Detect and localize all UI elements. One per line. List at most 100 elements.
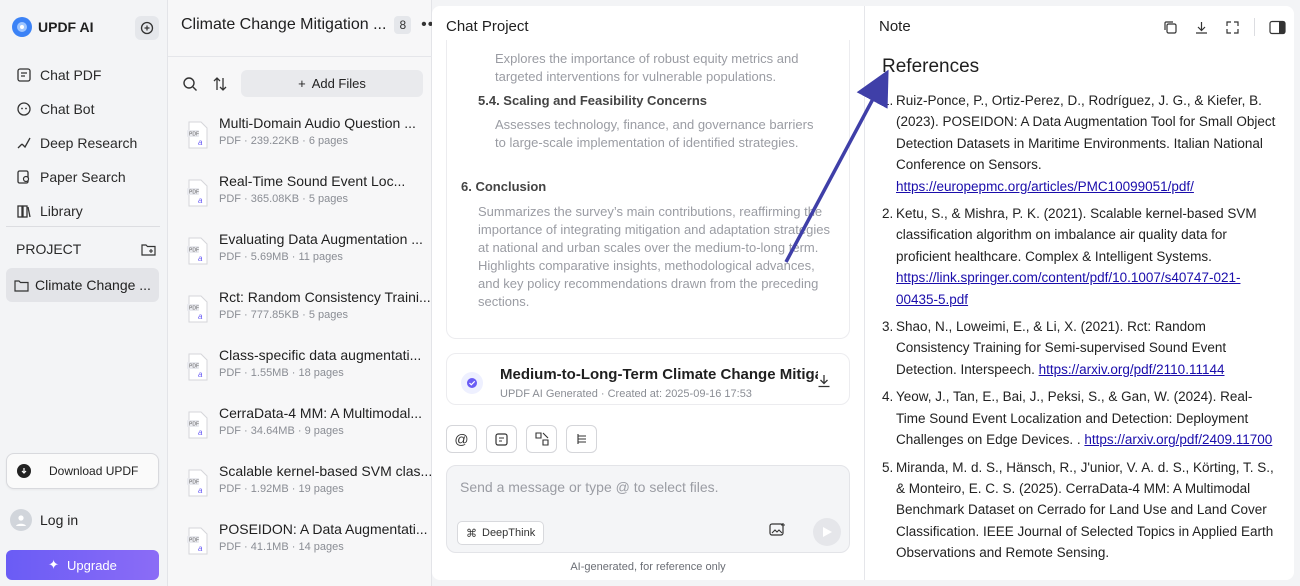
reference-body: Yeow, J., Tan, E., Bai, J., Peksi, S., &… (896, 386, 1277, 450)
note-panel: Note References 1. Ruiz-Ponce, P., Ortiz-… (864, 6, 1294, 580)
ai-check-icon (461, 372, 483, 394)
download-updf-button[interactable]: Download UPDF (6, 453, 159, 489)
reference-link[interactable]: https://arxiv.org/pdf/2409.11700 (1084, 432, 1272, 447)
files-divider (168, 56, 432, 57)
sidebar-nav: Chat PDF Chat Bot Deep Research Paper Se… (6, 58, 160, 228)
file-list: PDF a Multi-Domain Audio Question ... PDF ·… (186, 108, 432, 572)
pdf-file-icon: PDF a (186, 121, 210, 149)
toolbar-divider (1254, 18, 1255, 36)
file-list-item[interactable]: PDF a Real-Time Sound Event Loc... PDF · 36… (186, 166, 426, 224)
pdf-file-icon: PDF a (186, 179, 210, 207)
sidebar-item-deep-research[interactable]: Deep Research (6, 126, 160, 160)
mention-button[interactable]: @ (446, 425, 477, 453)
file-info: PDF · 239.22KB · 6 pages (219, 135, 349, 147)
download-icon[interactable] (817, 374, 831, 391)
reference-link[interactable]: https://europepmc.org/articles/PMC100990… (896, 179, 1194, 194)
pdf-file-icon: PDF a (186, 469, 210, 497)
sidebar-item-label: Library (40, 203, 83, 219)
svg-text:PDF: PDF (189, 248, 199, 254)
new-chat-button[interactable] (135, 16, 159, 40)
file-list-item[interactable]: PDF a POSEIDON: A Data Augmentati... PDF · … (186, 514, 428, 572)
file-list-item[interactable]: PDF a Scalable kernel-based SVM clas... PDF… (186, 456, 432, 514)
download-icon[interactable] (1192, 18, 1210, 36)
reference-number: 3. (882, 319, 894, 335)
notes-button[interactable] (486, 425, 517, 453)
file-list-item[interactable]: PDF a Rct: Random Consistency Traini... PDF… (186, 282, 431, 340)
reference-item: 4. Yeow, J., Tan, E., Bai, J., Peksi, S.,… (882, 386, 1277, 450)
pdf-file-icon: PDF a (186, 527, 210, 555)
sort-icon[interactable] (211, 75, 229, 93)
upgrade-label: Upgrade (67, 557, 117, 573)
file-meta: Multi-Domain Audio Question ... PDF · 239… (219, 115, 416, 147)
library-icon (17, 205, 31, 218)
svg-text:a: a (198, 196, 203, 205)
chat-action-bar: @ (446, 425, 597, 453)
deepthink-toggle[interactable]: ⌘ DeepThink (457, 521, 545, 545)
reference-item: 5. Miranda, M. d. S., Hänsch, R., J'unior… (882, 457, 1277, 569)
file-meta: POSEIDON: A Data Augmentati... PDF · 41.1… (219, 521, 428, 553)
file-meta: Scalable kernel-based SVM clas... PDF · 1… (219, 463, 432, 495)
file-meta: Real-Time Sound Event Loc... PDF · 365.08… (219, 173, 405, 205)
sidebar-item-paper-search[interactable]: Paper Search (6, 160, 160, 194)
references-heading: References (882, 56, 980, 77)
brand[interactable]: UPDF AI (12, 14, 93, 40)
add-files-label: Add Files (311, 76, 366, 91)
search-icon[interactable] (181, 75, 199, 93)
sidebar-item-chat-bot[interactable]: Chat Bot (6, 92, 160, 126)
pdf-file-icon: PDF a (186, 237, 210, 265)
panel-toggle-icon[interactable] (1268, 18, 1286, 36)
file-meta: CerraData-4 MM: A Multimodal... PDF · 34.… (219, 405, 422, 437)
svg-text:a: a (198, 486, 203, 495)
project-title[interactable]: Climate Change Mitigation ... (181, 16, 386, 34)
svg-text:a: a (198, 138, 203, 147)
expand-icon[interactable] (1223, 18, 1241, 36)
copy-icon[interactable] (1161, 18, 1179, 36)
project-item-active[interactable]: Climate Change ... (6, 268, 159, 302)
new-folder-icon[interactable] (141, 243, 156, 256)
svg-text:a: a (198, 254, 203, 263)
outline-paragraph: Assesses technology, finance, and govern… (495, 117, 814, 150)
mindmap-button[interactable] (566, 425, 597, 453)
pdf-file-icon: PDF a (186, 295, 210, 323)
reference-link[interactable]: https://link.springer.com/content/pdf/10… (896, 270, 1240, 306)
file-name: Rct: Random Consistency Traini... (219, 289, 431, 305)
file-name: Real-Time Sound Event Loc... (219, 173, 406, 189)
file-list-item[interactable]: PDF a Evaluating Data Augmentation ... PDF … (186, 224, 426, 282)
reference-body: Miranda, M. d. S., Hänsch, R., J'unior, … (896, 457, 1277, 569)
chat-pdf-icon (17, 68, 31, 82)
send-button[interactable] (813, 518, 841, 546)
sidebar-item-library[interactable]: Library (6, 194, 160, 228)
upgrade-button[interactable]: ✦ Upgrade (6, 550, 159, 580)
file-name: Class-specific data augmentati... (219, 347, 422, 363)
file-list-item[interactable]: PDF a Multi-Domain Audio Question ... PDF ·… (186, 108, 426, 166)
image-upload-icon[interactable] (769, 522, 786, 540)
login-button[interactable]: Log in (10, 509, 78, 531)
file-info: PDF · 777.85KB · 5 pages (219, 309, 349, 321)
add-files-button[interactable]: + Add Files (241, 70, 423, 97)
file-name: POSEIDON: A Data Augmentati... (219, 521, 428, 537)
file-name: Scalable kernel-based SVM clas... (219, 463, 433, 479)
reference-body: Ketu, S., & Mishra, P. K. (2021). Scalab… (896, 203, 1277, 310)
reference-link[interactable]: https://arxiv.org/pdf/2110.11144 (1039, 362, 1225, 377)
svg-text:a: a (198, 370, 203, 379)
file-info: PDF · 365.08KB · 5 pages (219, 193, 349, 205)
file-meta: Class-specific data augmentati... PDF · 1… (219, 347, 421, 379)
reference-text: Ruiz-Ponce, P., Ortiz-Perez, D., Rodrígu… (896, 93, 1276, 173)
download-icon (17, 464, 31, 478)
reference-link[interactable]: https://arxiv.org/pdf/2502.00083 (896, 567, 1085, 568)
svg-text:PDF: PDF (189, 306, 199, 312)
reference-number: 4. (882, 389, 894, 405)
outline-paragraph: Summarizes the survey’s main contributio… (478, 204, 830, 309)
sidebar-item-label: Chat PDF (40, 67, 102, 83)
sidebar-item-chat-pdf[interactable]: Chat PDF (6, 58, 160, 92)
generated-document-card[interactable]: Medium-to-Long-Term Climate Change Mitig… (446, 353, 850, 405)
file-list-item[interactable]: PDF a Class-specific data augmentati... PDF… (186, 340, 426, 398)
translate-button[interactable] (526, 425, 557, 453)
reference-item: 1. Ruiz-Ponce, P., Ortiz-Perez, D., Rodrí… (882, 90, 1277, 197)
svg-text:a: a (198, 428, 203, 437)
file-name: CerraData-4 MM: A Multimodal... (219, 405, 423, 421)
file-list-item[interactable]: PDF a CerraData-4 MM: A Multimodal... PDF ·… (186, 398, 426, 456)
reference-number: 1. (882, 93, 894, 108)
message-input[interactable] (460, 479, 820, 495)
avatar-icon (10, 509, 32, 531)
